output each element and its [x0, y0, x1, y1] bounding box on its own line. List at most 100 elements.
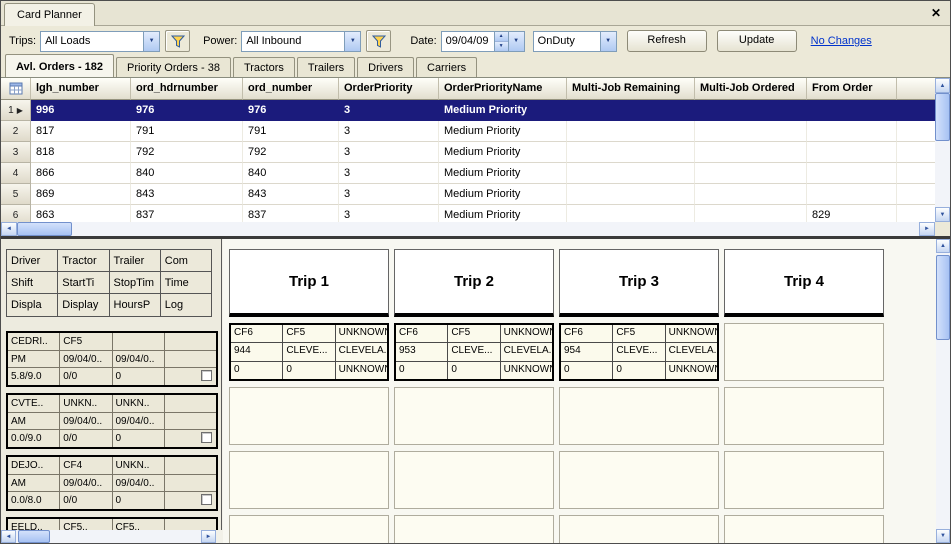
- scroll-left-icon[interactable]: ◄: [1, 222, 17, 236]
- driver-checkbox[interactable]: [201, 432, 212, 443]
- scroll-down-icon[interactable]: ▼: [935, 207, 950, 222]
- empty-trip-slot[interactable]: [724, 515, 884, 543]
- empty-trip-slot[interactable]: [229, 451, 389, 509]
- tab-carriers[interactable]: Carriers: [416, 57, 477, 77]
- tab-drivers[interactable]: Drivers: [357, 57, 414, 77]
- power-filter-button[interactable]: [366, 30, 391, 52]
- tab-avl-orders-182[interactable]: Avl. Orders - 182: [5, 54, 114, 77]
- chevron-down-icon: ▼: [344, 32, 360, 51]
- grid-cell: Medium Priority: [439, 184, 567, 205]
- driver-checkbox[interactable]: [201, 494, 212, 505]
- scroll-thumb[interactable]: [17, 222, 72, 236]
- driver-card-cell: 09/04/0..: [113, 351, 165, 368]
- empty-trip-slot[interactable]: [724, 451, 884, 509]
- empty-trip-slot[interactable]: [559, 387, 719, 445]
- trip-card-cell: CLEVE...: [613, 343, 665, 360]
- scroll-right-icon[interactable]: ►: [201, 530, 216, 543]
- driver-card-cell: 5.8/9.0: [8, 368, 60, 385]
- grid-options-button[interactable]: [1, 78, 31, 100]
- driver-card-cell: 0: [113, 368, 165, 385]
- scroll-left-icon[interactable]: ◄: [1, 530, 16, 543]
- driver-card[interactable]: EELD..CF5..CF5..: [6, 517, 218, 530]
- planner-horizontal-scrollbar[interactable]: ◄ ►: [1, 530, 216, 543]
- grid-row[interactable]: 68638378373Medium Priority829: [1, 205, 935, 222]
- trips-filter-button[interactable]: [165, 30, 190, 52]
- scroll-up-icon[interactable]: ▲: [935, 78, 950, 93]
- grid-row-filler: [897, 121, 935, 142]
- trips-select[interactable]: All Loads ▼: [40, 31, 160, 52]
- grid-cell: 829: [807, 205, 897, 222]
- scroll-thumb[interactable]: [935, 93, 950, 141]
- empty-trip-slot[interactable]: [229, 515, 389, 543]
- legend-card: DriverTractorTrailerComShiftStartTiStopT…: [6, 249, 212, 317]
- date-spinner[interactable]: ▲ ▼: [494, 32, 508, 51]
- column-header-ord-hdrnumber[interactable]: ord_hdrnumber: [131, 78, 243, 100]
- update-button[interactable]: Update: [717, 30, 797, 52]
- refresh-button[interactable]: Refresh: [627, 30, 707, 52]
- scroll-right-icon[interactable]: ►: [919, 222, 935, 236]
- scroll-thumb[interactable]: [936, 255, 950, 340]
- trip-card-cell: CLEVE...: [448, 343, 500, 360]
- duty-select[interactable]: OnDuty ▼: [533, 31, 617, 52]
- column-header-multi-job-ordered[interactable]: Multi-Job Ordered: [695, 78, 807, 100]
- empty-trip-slot[interactable]: [559, 451, 719, 509]
- driver-card-cell: EELD..: [8, 519, 60, 530]
- empty-trip-slot[interactable]: [559, 515, 719, 543]
- trip-card[interactable]: CF6CF5UNKNOWN944CLEVE...CLEVELA...00UNKN…: [229, 323, 389, 381]
- scroll-track[interactable]: [935, 93, 950, 207]
- grid-horizontal-scrollbar[interactable]: ◄ ►: [1, 222, 935, 236]
- trip-card[interactable]: CF6CF5UNKNOWN954CLEVE...CLEVELA...00UNKN…: [559, 323, 719, 381]
- grid-cell: 791: [131, 121, 243, 142]
- spinner-down-icon[interactable]: ▼: [495, 41, 508, 51]
- driver-card[interactable]: CVTE..UNKN..UNKN..AM09/04/0..09/04/0..0.…: [6, 393, 218, 449]
- trip-card[interactable]: CF6CF5UNKNOWN953CLEVE...CLEVELA...00UNKN…: [394, 323, 554, 381]
- date-label: Date:: [410, 35, 436, 47]
- empty-trip-slot[interactable]: [724, 387, 884, 445]
- scroll-track[interactable]: [936, 253, 950, 529]
- column-header-orderpriorityname[interactable]: OrderPriorityName: [439, 78, 567, 100]
- grid-cell: [567, 163, 695, 184]
- empty-trip-slot[interactable]: [394, 451, 554, 509]
- scroll-thumb[interactable]: [18, 530, 50, 543]
- row-number: 5: [1, 184, 31, 205]
- driver-card[interactable]: DEJO..CF4UNKN..AM09/04/0..09/04/0..0.0/8…: [6, 455, 218, 511]
- tab-priority-orders-38[interactable]: Priority Orders - 38: [116, 57, 231, 77]
- driver-card-cell: CVTE..: [8, 395, 60, 412]
- driver-checkbox[interactable]: [201, 370, 212, 381]
- scroll-track[interactable]: [17, 222, 919, 236]
- close-icon[interactable]: ✕: [931, 6, 941, 20]
- scroll-down-icon[interactable]: ▼: [936, 529, 950, 543]
- tab-tractors[interactable]: Tractors: [233, 57, 295, 77]
- grid-row[interactable]: 48668408403Medium Priority: [1, 163, 935, 184]
- duty-select-value: OnDuty: [534, 32, 600, 51]
- window-tab-card-planner[interactable]: Card Planner: [4, 3, 95, 26]
- no-changes-link[interactable]: No Changes: [811, 35, 872, 47]
- column-header-lgh-number[interactable]: lgh_number: [31, 78, 131, 100]
- grid-row[interactable]: 1▶9969769763Medium Priority: [1, 100, 935, 121]
- column-header-from-order[interactable]: From Order: [807, 78, 897, 100]
- tab-trailers[interactable]: Trailers: [297, 57, 355, 77]
- date-input[interactable]: 09/04/09 ▲ ▼ ▼: [441, 31, 525, 52]
- column-header-orderpriority[interactable]: OrderPriority: [339, 78, 439, 100]
- scroll-track[interactable]: [16, 530, 201, 543]
- grid-row[interactable]: 38187927923Medium Priority: [1, 142, 935, 163]
- empty-trip-slot[interactable]: [394, 515, 554, 543]
- scroll-up-icon[interactable]: ▲: [936, 239, 950, 253]
- driver-card[interactable]: CEDRI..CF5PM09/04/0..09/04/0..5.8/9.00/0…: [6, 331, 218, 387]
- driver-card-cell: [165, 519, 216, 530]
- column-header-ord-number[interactable]: ord_number: [243, 78, 339, 100]
- legend-cell: Driver: [7, 250, 58, 271]
- empty-trip-slot[interactable]: [394, 387, 554, 445]
- empty-trip-slot[interactable]: [724, 323, 884, 381]
- column-header-multi-job-remaining[interactable]: Multi-Job Remaining: [567, 78, 695, 100]
- power-select[interactable]: All Inbound ▼: [241, 31, 361, 52]
- grid-row[interactable]: 28177917913Medium Priority: [1, 121, 935, 142]
- grid-cell: [695, 100, 807, 121]
- planner-vertical-scrollbar[interactable]: ▲ ▼: [936, 239, 950, 543]
- empty-trip-slot[interactable]: [229, 387, 389, 445]
- date-dropdown-icon[interactable]: ▼: [508, 32, 524, 51]
- spinner-up-icon[interactable]: ▲: [495, 32, 508, 41]
- grid-cell: 866: [31, 163, 131, 184]
- grid-vertical-scrollbar[interactable]: ▲ ▼: [935, 78, 950, 222]
- grid-row[interactable]: 58698438433Medium Priority: [1, 184, 935, 205]
